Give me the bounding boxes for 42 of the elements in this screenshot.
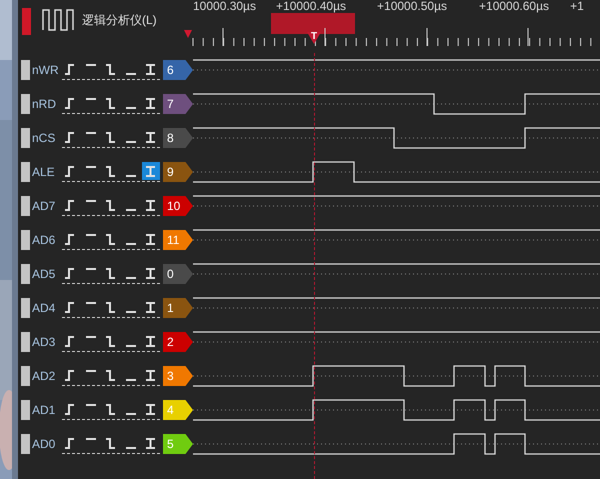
drag-handle[interactable] <box>21 298 30 318</box>
channel-badge[interactable]: 6 <box>163 60 193 80</box>
channel-name: AD4 <box>32 301 56 315</box>
channel-name: AD0 <box>32 437 56 451</box>
channel-name: nRD <box>32 97 58 111</box>
time-label: +10000.60µs <box>479 0 549 12</box>
channel-badge[interactable]: 10 <box>163 196 193 216</box>
channel-name: AD2 <box>32 369 56 383</box>
channel-group-marker <box>22 8 31 35</box>
drag-handle[interactable] <box>21 128 30 148</box>
channel-name: nWR <box>32 63 60 77</box>
channel-name: AD3 <box>32 335 56 349</box>
trigger-cursor[interactable]: T <box>307 32 321 44</box>
channel-badge[interactable]: 7 <box>163 94 193 114</box>
drag-handle[interactable] <box>21 400 30 420</box>
drag-handle[interactable] <box>21 162 30 182</box>
channel-name: AD5 <box>32 267 56 281</box>
drag-handle[interactable] <box>21 60 30 80</box>
drag-handle[interactable] <box>21 332 30 352</box>
time-label: +10000.50µs <box>377 0 447 12</box>
square-wave-icon <box>42 8 74 32</box>
drag-handle[interactable] <box>21 230 30 250</box>
channel-name: AD1 <box>32 403 56 417</box>
channel-name: nCS <box>32 131 56 145</box>
channel-name: AD6 <box>32 233 56 247</box>
channel-badge[interactable]: 0 <box>163 264 193 284</box>
trigger-marker-icon[interactable] <box>184 30 192 38</box>
channel-badge[interactable]: 1 <box>163 298 193 318</box>
drag-handle[interactable] <box>21 434 30 454</box>
time-label: +1 <box>570 0 584 12</box>
channel-badge[interactable]: 8 <box>163 128 193 148</box>
drag-handle[interactable] <box>21 264 30 284</box>
channel-name: AD7 <box>32 199 56 213</box>
channel-name: ALE <box>32 165 56 179</box>
time-label: 10000.30µs <box>193 0 256 12</box>
drag-handle[interactable] <box>21 366 30 386</box>
channel-badge[interactable]: 2 <box>163 332 193 352</box>
time-label: +10000.40µs <box>276 0 346 12</box>
panel-title: 逻辑分析仪(L) <box>82 12 157 29</box>
channel-badge[interactable]: 9 <box>163 162 193 182</box>
drag-handle[interactable] <box>21 94 30 114</box>
drag-handle[interactable] <box>21 196 30 216</box>
